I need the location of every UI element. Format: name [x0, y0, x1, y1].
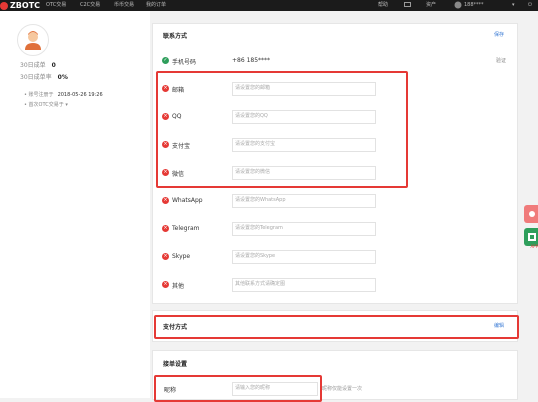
phone-label: 手机号码	[172, 59, 197, 66]
save-button[interactable]: 保存	[494, 31, 504, 38]
whatsapp-label: WhatsApp	[172, 197, 203, 204]
error-circle-icon: ×	[162, 253, 169, 260]
error-circle-icon: ×	[162, 197, 169, 204]
whatsapp-field[interactable]	[233, 195, 373, 205]
telegram-field[interactable]	[233, 223, 373, 233]
logo-mark-icon	[0, 1, 8, 10]
contact-row-phone: ✓ 手机号码 +86 185**** 验证	[162, 54, 512, 68]
highlight-box-required-fields	[156, 71, 408, 188]
nav-item-help[interactable]: 帮助	[378, 0, 388, 11]
contact-title: 联系方式	[163, 33, 188, 40]
highlight-box-payment	[154, 315, 519, 339]
nickname-hint: 昵称仅能设置一次	[322, 386, 363, 392]
registered-date: • 账号注册于 2018-05-26 19:26	[24, 92, 103, 98]
other-label: 其他	[172, 283, 185, 290]
logo[interactable]: ZBOTC	[0, 0, 40, 11]
error-circle-icon: ×	[162, 281, 169, 288]
first-otc-trade[interactable]: • 首次OTC交易于 ▾	[24, 101, 68, 108]
logout-icon[interactable]: ⏻	[528, 0, 532, 11]
user-avatar-icon[interactable]	[454, 0, 462, 14]
nav-item-assets[interactable]: 资产	[426, 0, 436, 11]
top-navigation-bar: ZBOTC OTC交易 C2C交易 币币交易 我的订单 帮助 资产 188***…	[0, 0, 538, 11]
stat-30d-rate: 30日成单率 0%	[20, 74, 68, 81]
nav-item-otc[interactable]: OTC交易	[46, 0, 66, 11]
skype-field[interactable]	[233, 251, 373, 261]
skype-label: Skype	[172, 253, 191, 260]
stat-30d-orders: 30日成单 0	[20, 62, 56, 69]
order-settings-title: 接单设置	[163, 361, 188, 368]
error-circle-icon: ×	[162, 225, 169, 232]
telegram-label: Telegram	[172, 225, 200, 232]
check-circle-icon: ✓	[162, 57, 169, 64]
phone-value: +86 185****	[232, 57, 271, 64]
avatar	[17, 24, 49, 56]
chevron-down-icon[interactable]: ▾	[512, 0, 515, 11]
nav-user-phone[interactable]: 188****	[464, 0, 484, 11]
message-icon[interactable]	[404, 0, 411, 13]
floating-chat-button[interactable]	[524, 205, 538, 223]
app-download-icon[interactable]: APP	[530, 244, 538, 249]
other-field[interactable]	[233, 279, 373, 289]
nav-item-c2c[interactable]: C2C交易	[80, 0, 100, 11]
nav-item-coin[interactable]: 币币交易	[114, 0, 134, 11]
logo-text: ZBOTC	[10, 1, 41, 10]
nav-item-orders[interactable]: 我的订单	[146, 0, 166, 11]
phone-verified-status: 验证	[496, 58, 507, 64]
profile-panel	[0, 11, 150, 398]
